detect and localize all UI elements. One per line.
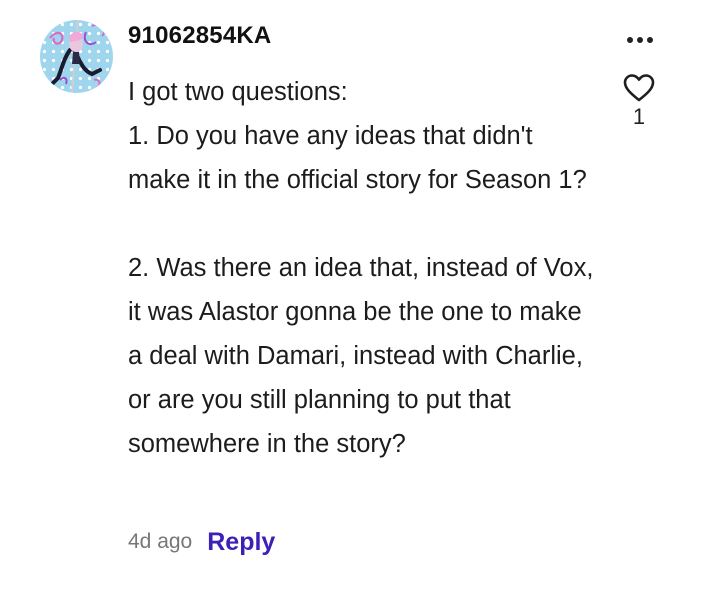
- comment-footer: 4d ago Reply: [128, 524, 275, 560]
- more-horizontal-icon: [627, 37, 633, 43]
- comment-timestamp: 4d ago: [128, 530, 193, 553]
- username[interactable]: 91062854KA: [128, 22, 271, 50]
- comment-card: 91062854KA 1 I got two questions: 1. Do …: [0, 0, 720, 591]
- avatar-illustration: [49, 20, 106, 93]
- heart-outline-icon: [623, 74, 655, 102]
- user-avatar[interactable]: [40, 20, 113, 93]
- more-horizontal-icon-dot-2: [637, 37, 643, 43]
- more-options-button[interactable]: [620, 30, 660, 50]
- more-horizontal-icon-dot-3: [647, 37, 653, 43]
- comment-body: I got two questions: 1. Do you have any …: [128, 78, 594, 458]
- reply-button[interactable]: Reply: [207, 528, 275, 557]
- like-count: 1: [632, 104, 646, 129]
- like-button[interactable]: [622, 72, 656, 104]
